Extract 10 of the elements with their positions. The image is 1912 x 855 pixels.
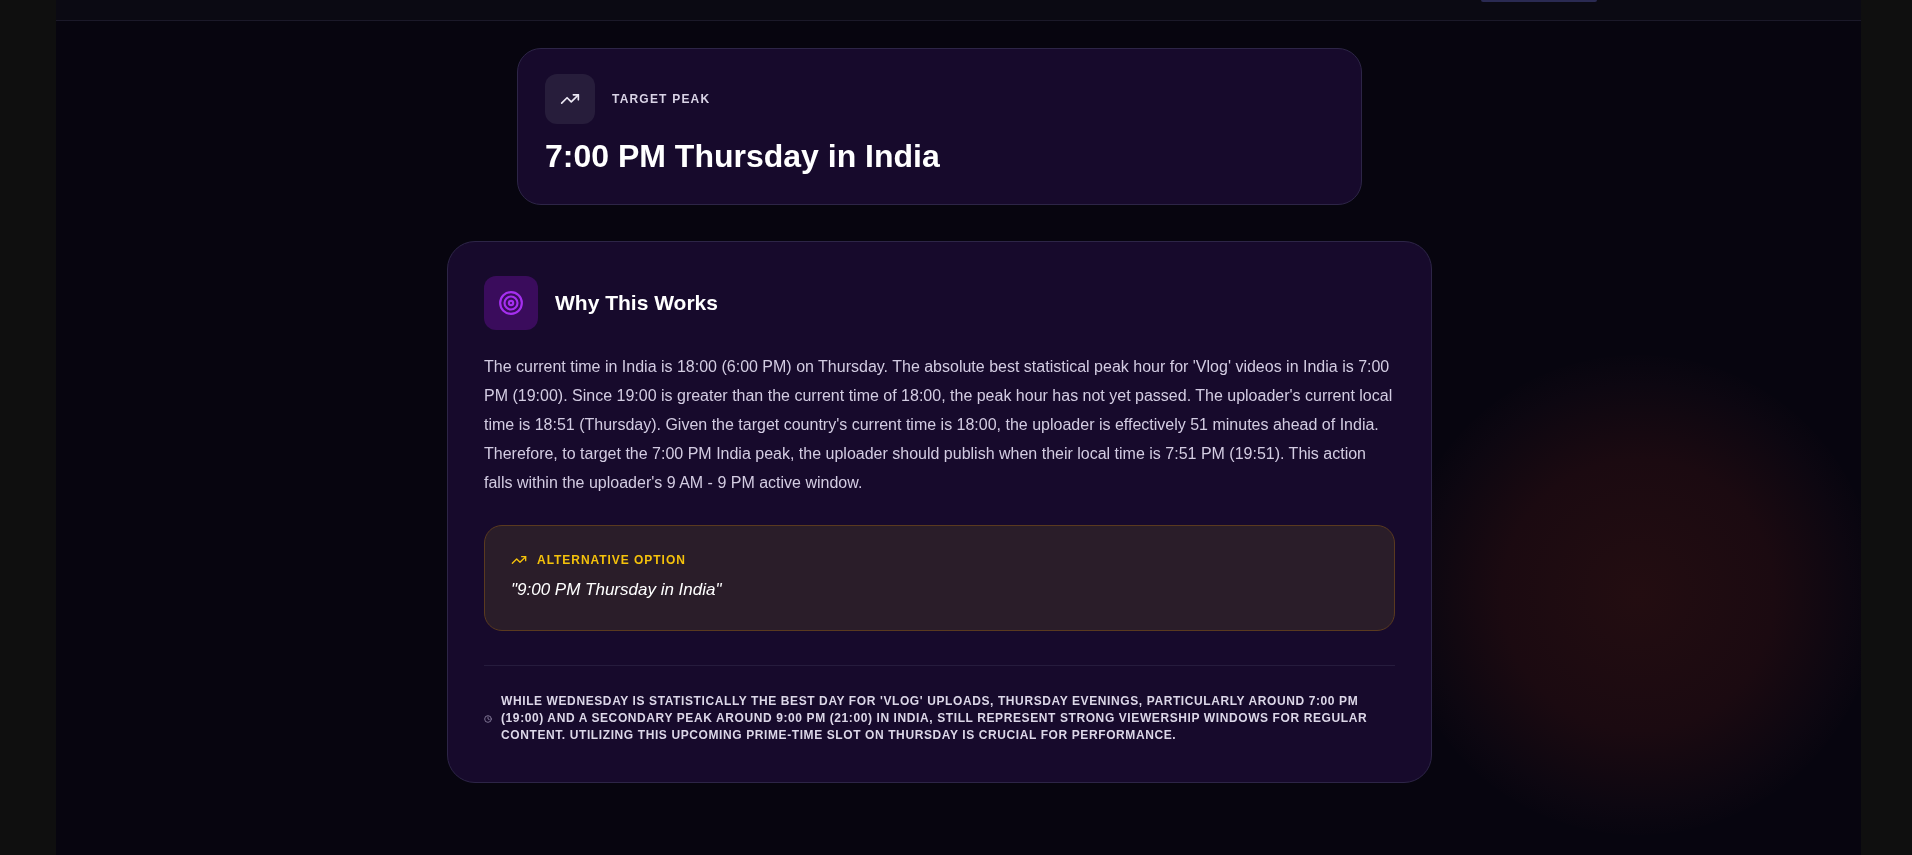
- target-icon: [484, 276, 538, 330]
- alternative-option-label: ALTERNATIVE OPTION: [537, 552, 686, 569]
- explanation-title: Why This Works: [555, 290, 718, 317]
- alternative-option-value: "9:00 PM Thursday in India": [511, 579, 723, 601]
- clock-icon: [484, 714, 492, 723]
- explanation-text: The current time in India is 18:00 (6:00 PM) on Thursday. The absolute best statistical peak hour for 'Vlog' videos in India is 7:00 PM (19:00). Since 19:00 is greater than the current time of 18:00, the peak hour has not yet passed. The uploader's current local time is 18:51 (Thursday). Given the target country's current time is 18:00, the uploader is effectively 51 minutes ahead of India. Therefore, to target the 7:00 PM India peak, the uploader should publish when their local time is 7:51 PM (19:51). This action falls within the uploader's 9 AM - 9 PM active window.: [484, 357, 1394, 493]
- target-peak-label: TARGET PEAK: [612, 91, 711, 108]
- trend-up-icon: [545, 74, 595, 124]
- target-peak-value: 7:00 PM Thursday in India: [545, 137, 941, 176]
- note-text: WHILE WEDNESDAY IS STATISTICALLY THE BEST DAY FOR 'VLOG' UPLOADS, THURSDAY EVENINGS, PARTICULARLY AROUND 7:00 PM (19:00) AND A SECONDARY PEAK AROUND 9:00 PM (21:00) IN INDIA, STILL REPRESENT STRONG VIEWERSHIP WINDOWS FOR REGULAR CONTENT. UTILIZING THIS UPCOMING PRIME-TIME SLOT ON THURSDAY IS CRUCIAL FOR PERFORMANCE.: [501, 693, 1369, 744]
